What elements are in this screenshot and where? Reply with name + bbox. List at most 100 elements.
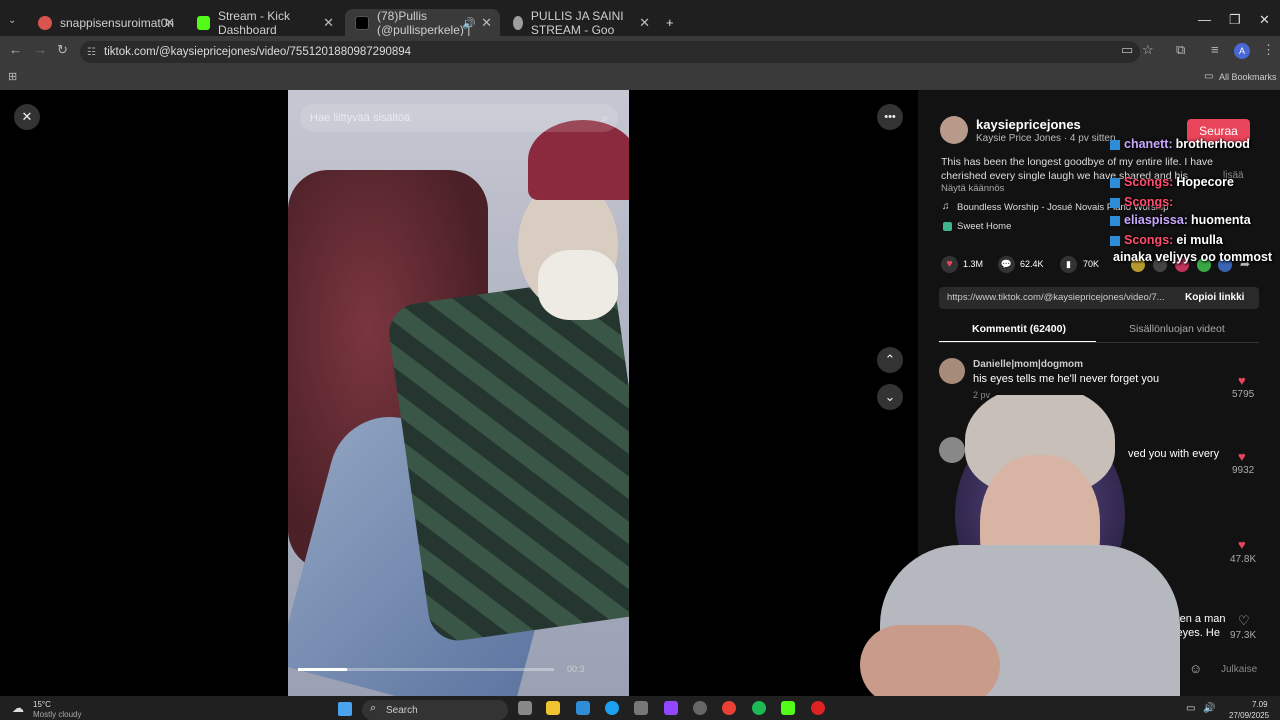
copy-link-button[interactable]: Kopioi linkki (1185, 292, 1244, 303)
heart-icon[interactable]: ♥ (1238, 373, 1246, 388)
bookmark-star-icon[interactable]: ☆ (1142, 42, 1154, 58)
kick-taskbar-icon[interactable] (781, 701, 795, 715)
heart-icon[interactable]: ♥ (1238, 537, 1246, 552)
tab-creator-videos[interactable]: Sisällönluojan videot (1129, 323, 1225, 335)
store-icon[interactable] (634, 701, 648, 715)
maximize-icon[interactable]: ❐ (1229, 12, 1241, 28)
creator-username[interactable]: kaysiepricejones (976, 117, 1081, 132)
related-search-input[interactable]: Hae liittyvää sisältöä ⌕ (300, 104, 618, 132)
close-window-icon[interactable]: ✕ (1259, 12, 1270, 28)
media-icon[interactable]: ≡ (1211, 42, 1219, 57)
minimize-icon[interactable]: — (1198, 12, 1211, 27)
close-icon[interactable]: ✕ (164, 15, 175, 31)
chat-badge-icon (1110, 177, 1120, 188)
close-icon[interactable]: ✕ (481, 15, 492, 31)
heart-icon[interactable]: ♥ (1238, 449, 1246, 464)
hand (860, 625, 1000, 696)
close-video-button[interactable]: ✕ (14, 104, 40, 130)
bookmark-icon[interactable]: ▮ (1060, 256, 1077, 273)
comment-username[interactable]: Danielle|mom|dogmom (973, 359, 1083, 370)
address-bar[interactable]: ☷ tiktok.com/@kaysiepricejones/video/755… (80, 41, 1140, 63)
post-link: https://www.tiktok.com/@kaysiepricejones… (947, 292, 1165, 303)
forward-icon[interactable]: → (34, 42, 47, 57)
close-icon[interactable]: ✕ (639, 15, 650, 31)
close-icon[interactable]: ✕ (323, 15, 334, 31)
chat-text: huomenta (1190, 213, 1251, 227)
tag-label[interactable]: Sweet Home (957, 221, 1011, 232)
tiktok-icon (355, 16, 369, 30)
search-icon[interactable]: ⌕ (601, 111, 608, 126)
chat-text: ei mulla (1176, 233, 1223, 247)
tag-icon (943, 222, 952, 231)
chat-message: Scongs: (1110, 195, 1176, 209)
comment-likes: 97.3K (1230, 630, 1257, 641)
divider (939, 342, 1259, 343)
previous-video-button[interactable]: ⌃ (877, 347, 903, 373)
new-tab-icon[interactable]: + (666, 15, 674, 30)
chat-username: Scongs: (1124, 233, 1174, 247)
creator-avatar[interactable] (940, 116, 968, 144)
chrome-icon[interactable] (722, 701, 736, 715)
chat-message: Scongs: ei mulla (1110, 233, 1223, 247)
clock-date: 27/09/2025 (1229, 711, 1270, 720)
speaker-icon[interactable]: 🔊 (462, 17, 476, 30)
reload-icon[interactable]: ↻ (57, 42, 68, 58)
tab-2[interactable]: Stream - Kick Dashboard ✕ (187, 9, 342, 37)
search-icon: ⌕ (370, 702, 377, 714)
video-player[interactable] (288, 90, 629, 696)
comment-avatar[interactable] (939, 358, 965, 384)
emoji-icon[interactable]: ☺ (1189, 661, 1202, 676)
like-icon[interactable]: ♥ (941, 256, 958, 273)
profile-avatar[interactable]: A (1234, 43, 1250, 59)
folder-icon: ▭ (1204, 71, 1214, 82)
copilot-icon[interactable] (576, 701, 590, 715)
taskview-icon[interactable] (518, 701, 532, 715)
tab-comments[interactable]: Kommentit (62400) (972, 323, 1066, 335)
tab-1[interactable]: snappisensuroimat0n ✕ (28, 9, 183, 37)
like-count: 1.3M (963, 259, 984, 269)
translate-link[interactable]: Näytä käännös (941, 183, 1004, 194)
video-frame-cap (528, 120, 629, 200)
app-icon-2[interactable] (693, 701, 707, 715)
follow-label: Seuraa (1199, 124, 1238, 138)
tab-search-icon[interactable]: ⌄ (8, 15, 16, 26)
apps-icon[interactable]: ⊞ (8, 70, 17, 83)
comment-icon[interactable]: 💬 (998, 256, 1015, 273)
comment-likes: 5795 (1232, 389, 1255, 400)
menu-icon[interactable]: ⋮ (1262, 42, 1275, 58)
app-icon[interactable] (664, 701, 678, 715)
opera-icon[interactable] (811, 701, 825, 715)
tab-3-active[interactable]: (78)Pullis (@pullisperkele) | 🔊 ✕ (345, 9, 500, 37)
video-progress-bar[interactable] (298, 668, 554, 671)
taskbar-search[interactable]: ⌕ Search (362, 700, 508, 720)
chat-message: chanett: brotherhood (1110, 137, 1250, 151)
creator-display: Kaysie Price Jones · 4 pv sitten (976, 133, 1116, 144)
chat-username: chanett: (1124, 137, 1173, 151)
chat-message: eliaspissa: huomenta (1110, 213, 1251, 227)
post-comment-button[interactable]: Julkaise (1221, 664, 1257, 675)
more-options-button[interactable]: ••• (877, 104, 903, 130)
heart-outline-icon[interactable]: ♡ (1238, 613, 1250, 629)
extensions-icon[interactable]: ⧉ (1176, 42, 1185, 58)
chat-message: ainaka veljyys oo tommost (1110, 250, 1272, 264)
all-bookmarks-link[interactable]: All Bookmarks (1219, 72, 1277, 82)
spotify-icon[interactable] (752, 701, 766, 715)
back-icon[interactable]: ← (9, 42, 22, 57)
video-timecode: 00:3 (567, 664, 585, 674)
volume-icon[interactable]: 🔊 (1203, 703, 1215, 714)
chat-username: eliaspissa: (1124, 213, 1188, 227)
comment-likes: 47.8K (1230, 554, 1257, 565)
chat-message: Scongs: Hopecore (1110, 175, 1234, 189)
start-icon[interactable] (338, 702, 352, 716)
weather-icon: ☁ (12, 701, 24, 715)
cast-icon[interactable]: ▭ (1121, 42, 1133, 58)
comment-likes: 9932 (1232, 465, 1255, 476)
edge-icon[interactable] (605, 701, 619, 715)
tab-title: snappisensuroimat0n (60, 16, 175, 30)
explorer-icon[interactable] (546, 701, 560, 715)
tab-4[interactable]: PULLIS JA SAINI STREAM - Goo ✕ (503, 9, 658, 37)
network-icon[interactable]: ▭ (1186, 703, 1195, 714)
site-info-icon[interactable]: ☷ (87, 47, 96, 58)
clock-time: 7.09 (1252, 700, 1268, 709)
caption-line: This has been the longest goodbye of my … (941, 156, 1214, 168)
